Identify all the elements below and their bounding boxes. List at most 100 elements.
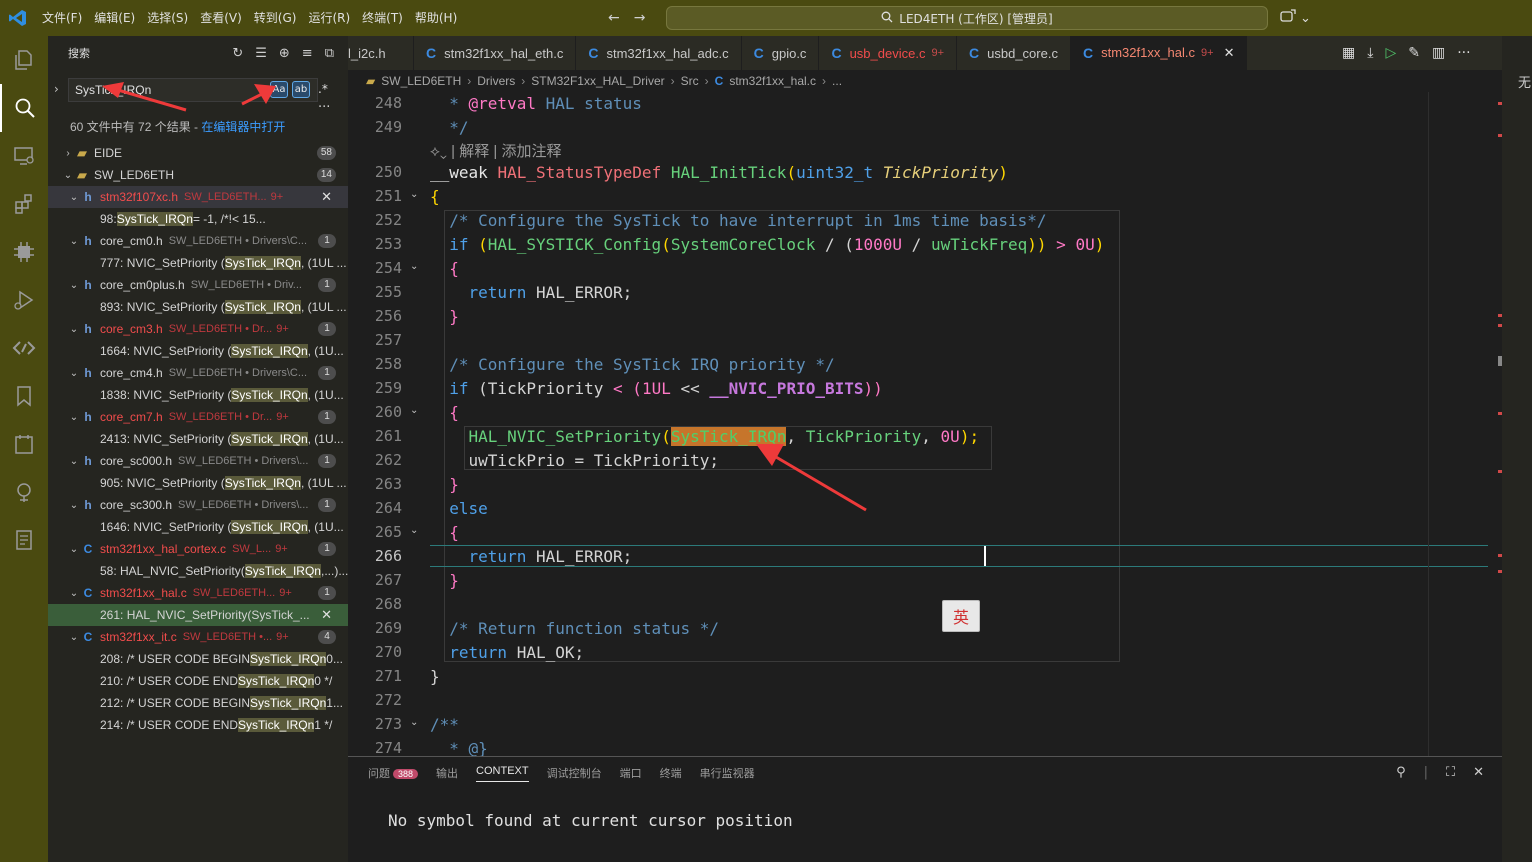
fold-chevron-icon[interactable]: ⌄ <box>410 717 418 728</box>
chip-icon[interactable] <box>0 228 48 276</box>
file-row[interactable]: ⌄ Cstm32f1xx_hal_cortex.c SW_L... 9+ 1 <box>48 538 348 560</box>
bug-icon[interactable] <box>0 468 48 516</box>
breadcrumb-item[interactable]: SW_LED6ETH <box>381 74 461 88</box>
command-center-search[interactable]: LED4ETH (工作区) [管理员] <box>666 6 1268 30</box>
build-icon[interactable]: ▦ <box>1342 45 1355 61</box>
fold-chevron-icon[interactable]: ⌄ <box>410 525 418 536</box>
menu-item[interactable]: 运行(R) <box>302 0 356 36</box>
match-row[interactable]: 98: SysTick_IRQn = -1, /*!< 15... <box>48 208 348 230</box>
open-in-editor-link[interactable]: 在编辑器中打开 <box>201 120 285 134</box>
fold-chevron-icon[interactable]: ⌄ <box>410 189 418 200</box>
file-row[interactable]: ⌄ h core_sc300.h SW_LED6ETH • Drivers\... 1 <box>48 494 348 516</box>
file-row[interactable]: ⌄ h core_cm4.h SW_LED6ETH • Drivers\C... 1 <box>48 362 348 384</box>
forward-arrow-icon[interactable]: → <box>634 10 646 26</box>
whole-word-toggle[interactable]: ab <box>292 81 310 98</box>
panel-tab[interactable]: CONTEXT <box>476 765 529 782</box>
split-editor-icon[interactable]: ▥ <box>1432 45 1445 61</box>
panel-tab[interactable]: 问题 388 <box>368 765 419 782</box>
file-row[interactable]: ⌄ h core_cm7.h SW_LED6ETH • Dr... 9+ 1 <box>48 406 348 428</box>
collapse-all-icon[interactable]: ≡ <box>302 46 313 61</box>
explorer-icon[interactable] <box>0 36 48 84</box>
match-row[interactable]: 2413: NVIC_SetPriority (SysTick_IRQn, (1… <box>48 428 348 450</box>
panel-tab[interactable]: 输出 <box>436 765 458 782</box>
calendar-icon[interactable] <box>0 420 48 468</box>
fold-chevron-icon[interactable]: ⌄ <box>410 261 418 272</box>
match-row[interactable]: 893: NVIC_SetPriority (SysTick_IRQn, (1U… <box>48 296 348 318</box>
match-row[interactable]: 214: /* USER CODE END SysTick_IRQn 1 */ <box>48 714 348 736</box>
new-search-editor-icon[interactable]: ⊕ <box>279 46 290 61</box>
view-as-tree-icon[interactable]: ⧉ <box>325 46 334 61</box>
match-row[interactable]: 261: HAL_NVIC_SetPriority(SysTick_... ✕ <box>48 604 348 626</box>
match-row[interactable]: 1838: NVIC_SetPriority (SysTick_IRQn, (1… <box>48 384 348 406</box>
panel-tab[interactable]: 串行监视器 <box>700 765 755 782</box>
file-row[interactable]: ⌄ h stm32f107xc.h SW_LED6ETH... 9+ ✕ <box>48 186 348 208</box>
remote-explorer-icon[interactable] <box>0 132 48 180</box>
match-row[interactable]: 1646: NVIC_SetPriority (SysTick_IRQn, (1… <box>48 516 348 538</box>
run-debug-icon[interactable] <box>0 276 48 324</box>
editor-tab[interactable]: Cstm32f1xx_hal.c 9+ ✕ <box>1070 36 1248 70</box>
close-icon[interactable]: ✕ <box>321 607 332 623</box>
clean-icon[interactable]: ✎ <box>1408 45 1420 61</box>
match-row[interactable]: 208: /* USER CODE BEGIN SysTick_IRQn 0..… <box>48 648 348 670</box>
menu-item[interactable]: 选择(S) <box>141 0 194 36</box>
editor-tab[interactable]: Cstm32f1xx_hal_adc.c <box>576 36 742 70</box>
match-row[interactable]: 1664: NVIC_SetPriority (SysTick_IRQn, (1… <box>48 340 348 362</box>
close-icon[interactable]: ✕ <box>1224 45 1235 61</box>
editor-tab[interactable]: Cusbd_core.c <box>957 36 1071 70</box>
maximize-icon[interactable]: ⛶ <box>1446 765 1455 780</box>
match-row[interactable]: 905: NVIC_SetPriority (SysTick_IRQn, (1U… <box>48 472 348 494</box>
menu-item[interactable]: 查看(V) <box>194 0 248 36</box>
match-row[interactable]: 212: /* USER CODE BEGIN SysTick_IRQn 1..… <box>48 692 348 714</box>
code-editor[interactable]: 248 * @retval HAL status 249 */250 __weak … <box>348 92 1502 756</box>
file-row[interactable]: ⌄ h core_cm3.h SW_LED6ETH • Dr... 9+ 1 <box>48 318 348 340</box>
bookmark-icon[interactable] <box>0 372 48 420</box>
editor-tab[interactable]: Cstm32f1xx_hal_eth.c <box>414 36 577 70</box>
codelens-actions[interactable]: ⟡⌄ | 解释 | 添加注释 <box>430 140 561 161</box>
search-icon[interactable] <box>0 84 48 132</box>
file-row[interactable]: ⌄ h core_sc000.h SW_LED6ETH • Drivers\... 1 <box>48 450 348 472</box>
editor-tab[interactable]: l_i2c.h <box>348 36 414 70</box>
folder-row[interactable]: › ▰ EIDE 58 <box>48 142 348 164</box>
extensions-icon[interactable] <box>0 180 48 228</box>
panel-tab[interactable]: 终端 <box>660 765 682 782</box>
file-row[interactable]: ⌄ Cstm32f1xx_it.c SW_LED6ETH •... 9+ 4 <box>48 626 348 648</box>
regex-toggle[interactable]: .* <box>318 82 328 96</box>
match-row[interactable]: 210: /* USER CODE END SysTick_IRQn 0 */ <box>48 670 348 692</box>
menu-item[interactable]: 帮助(H) <box>409 0 463 36</box>
breadcrumb-item[interactable]: STM32F1xx_HAL_Driver <box>531 74 664 88</box>
more-actions-icon[interactable]: ··· <box>1457 45 1470 61</box>
chevron-right-icon[interactable]: › <box>54 82 59 96</box>
match-row[interactable]: 58: HAL_NVIC_SetPriority(SysTick_IRQn,..… <box>48 560 348 582</box>
match-case-toggle[interactable]: Aa <box>270 81 288 98</box>
menu-item[interactable]: 编辑(E) <box>88 0 141 36</box>
file-row[interactable]: ⌄ Cstm32f1xx_hal.c SW_LED6ETH... 9+ 1 <box>48 582 348 604</box>
match-row[interactable]: 777: NVIC_SetPriority (SysTick_IRQn, (1U… <box>48 252 348 274</box>
overview-ruler[interactable] <box>1488 92 1502 756</box>
close-icon[interactable]: ✕ <box>1473 765 1484 780</box>
menu-item[interactable]: 终端(T) <box>356 0 409 36</box>
code-icon[interactable] <box>0 324 48 372</box>
fold-chevron-icon[interactable]: ⌄ <box>410 405 418 416</box>
breadcrumb-item[interactable]: ... <box>832 74 842 88</box>
panel-tab[interactable]: 端口 <box>620 765 642 782</box>
editor-tab[interactable]: Cgpio.c <box>742 36 820 70</box>
file-row[interactable]: ⌄ h core_cm0plus.h SW_LED6ETH • Driv... 1 <box>48 274 348 296</box>
notes-icon[interactable] <box>0 516 48 564</box>
menu-item[interactable]: 文件(F) <box>36 0 88 36</box>
refresh-icon[interactable]: ↻ <box>232 46 243 61</box>
close-icon[interactable]: ✕ <box>321 189 332 205</box>
back-arrow-icon[interactable]: ← <box>608 10 620 26</box>
editor-tab[interactable]: Cusb_device.c 9+ <box>819 36 957 70</box>
menu-item[interactable]: 转到(G) <box>248 0 303 36</box>
copilot-menu[interactable]: ⌄ <box>1280 0 1311 36</box>
panel-tab[interactable]: 调试控制台 <box>547 765 602 782</box>
download-icon[interactable]: ⤓ <box>1367 45 1373 61</box>
pin-icon[interactable]: ⚲ <box>1396 765 1406 780</box>
more-options-icon[interactable]: ··· <box>318 100 330 115</box>
breadcrumb-item[interactable]: stm32f1xx_hal.c <box>729 74 816 88</box>
breadcrumb-item[interactable]: Drivers <box>477 74 515 88</box>
clear-results-icon[interactable]: ☰ <box>255 46 267 61</box>
file-row[interactable]: ⌄ h core_cm0.h SW_LED6ETH • Drivers\C... 1 <box>48 230 348 252</box>
folder-row[interactable]: ⌄ ▰ SW_LED6ETH 14 <box>48 164 348 186</box>
run-icon[interactable]: ▷ <box>1385 45 1396 61</box>
